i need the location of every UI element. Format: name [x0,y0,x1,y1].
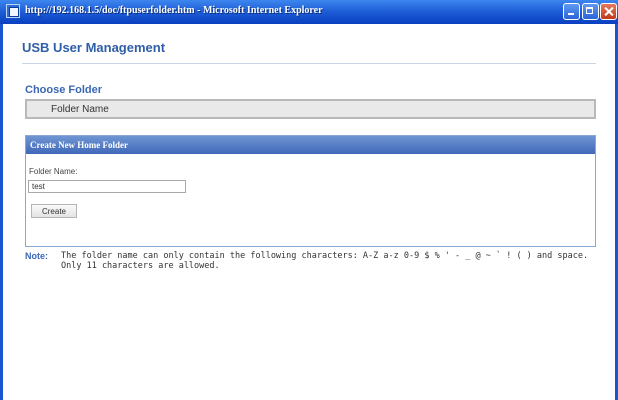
folder-name-column-header: Folder Name [51,104,109,115]
note-label: Note: [25,251,48,261]
title-divider [22,63,596,64]
create-folder-panel: Create New Home Folder Folder Name: Crea… [25,135,596,247]
folder-name-input[interactable] [28,180,186,193]
ie-page-icon [6,4,20,18]
window-title: http://192.168.1.5/doc/ftpuserfolder.htm… [25,5,323,16]
close-icon[interactable] [600,3,617,20]
window-title-bar[interactable]: http://192.168.1.5/doc/ftpuserfolder.htm… [0,0,618,24]
create-folder-panel-header: Create New Home Folder [26,136,595,154]
choose-folder-title: Choose Folder [25,84,103,96]
folder-name-label: Folder Name: [29,167,78,176]
page-title: USB User Management [22,40,166,55]
folder-list-header: Folder Name [25,99,596,119]
create-button[interactable]: Create [31,204,77,218]
create-folder-panel-title: Create New Home Folder [30,140,129,150]
note-text: The folder name can only contain the fol… [61,251,589,271]
maximize-icon[interactable] [582,3,599,20]
minimize-icon[interactable] [563,3,580,20]
